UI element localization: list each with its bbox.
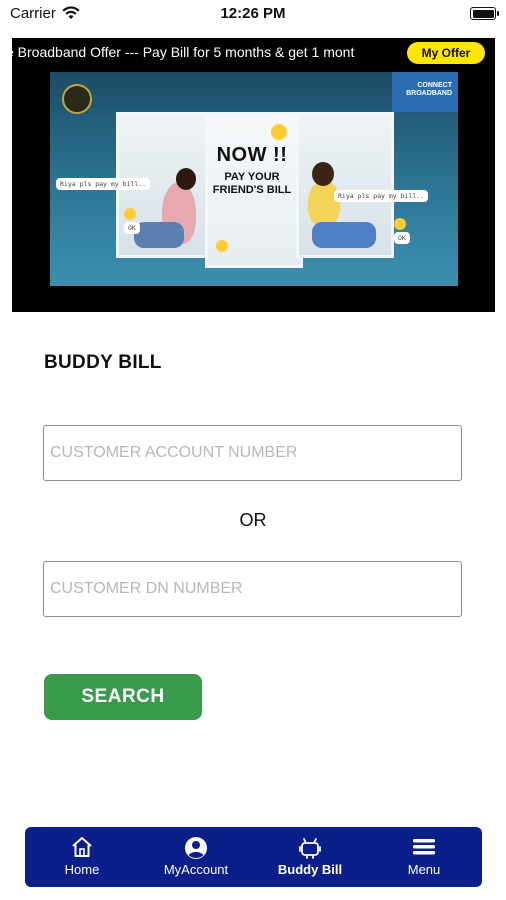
nav-myaccount[interactable]: MyAccount bbox=[139, 827, 253, 887]
emoji-left-icon bbox=[124, 208, 136, 220]
ad-headline: NOW !! PAY YOUR FRIEND'S BILL bbox=[210, 144, 294, 197]
ok-bubble-left: OK bbox=[124, 222, 140, 234]
battery-icon bbox=[470, 7, 499, 20]
account-icon bbox=[185, 837, 207, 859]
ticker-text: e Broadband Offer --- Pay Bill for 5 mon… bbox=[12, 44, 355, 60]
clock-label: 12:26 PM bbox=[220, 5, 286, 22]
home-icon bbox=[72, 837, 92, 857]
nav-buddy-bill-label: Buddy Bill bbox=[277, 862, 343, 877]
person-right-head bbox=[312, 162, 334, 186]
nav-menu[interactable]: Menu bbox=[367, 827, 481, 887]
nav-buddy-bill[interactable]: Buddy Bill bbox=[253, 827, 367, 887]
chat-bubble-left: Riya pls pay my bill.. bbox=[56, 178, 151, 190]
ad-headline-text: NOW !! bbox=[216, 144, 288, 166]
brand-logo-text: CONNECT BROADBAND bbox=[406, 82, 452, 97]
dn-number-input[interactable] bbox=[43, 561, 462, 617]
person-left-legs bbox=[134, 222, 184, 248]
page-title: BUDDY BILL bbox=[44, 352, 162, 373]
person-right bbox=[308, 180, 340, 226]
buddy-bill-icon bbox=[299, 838, 321, 859]
search-button[interactable]: SEARCH bbox=[44, 674, 202, 720]
bottom-nav: Home MyAccount Buddy Bill Menu bbox=[25, 827, 482, 887]
nav-menu-label: Menu bbox=[407, 862, 441, 877]
promo-banner[interactable]: e Broadband Offer --- Pay Bill for 5 mon… bbox=[12, 38, 495, 312]
account-number-input[interactable] bbox=[43, 425, 462, 481]
status-bar: Carrier 12:26 PM bbox=[0, 0, 506, 28]
brand-logo: CONNECT BROADBAND bbox=[392, 72, 458, 112]
promo-image: CONNECT BROADBAND NOW !! PAY YOUR FRIEND… bbox=[50, 72, 458, 286]
emoji-right-icon bbox=[394, 218, 406, 230]
or-separator: OR bbox=[239, 510, 267, 530]
award-logo-icon bbox=[62, 84, 92, 114]
nav-myaccount-label: MyAccount bbox=[163, 862, 229, 877]
nav-home[interactable]: Home bbox=[25, 827, 139, 887]
nav-home-label: Home bbox=[64, 862, 100, 877]
love-emoji-icon bbox=[216, 240, 228, 252]
ad-subline: PAY YOUR FRIEND'S BILL bbox=[212, 171, 292, 196]
ok-bubble-right: OK bbox=[394, 232, 410, 244]
person-right-legs bbox=[312, 222, 376, 248]
menu-icon bbox=[413, 839, 435, 855]
my-offer-button[interactable]: My Offer bbox=[407, 42, 485, 64]
chat-bubble-right: Riya pls pay my bill.. bbox=[334, 190, 429, 202]
person-left-head bbox=[176, 168, 196, 190]
halo-emoji-icon bbox=[271, 124, 287, 140]
